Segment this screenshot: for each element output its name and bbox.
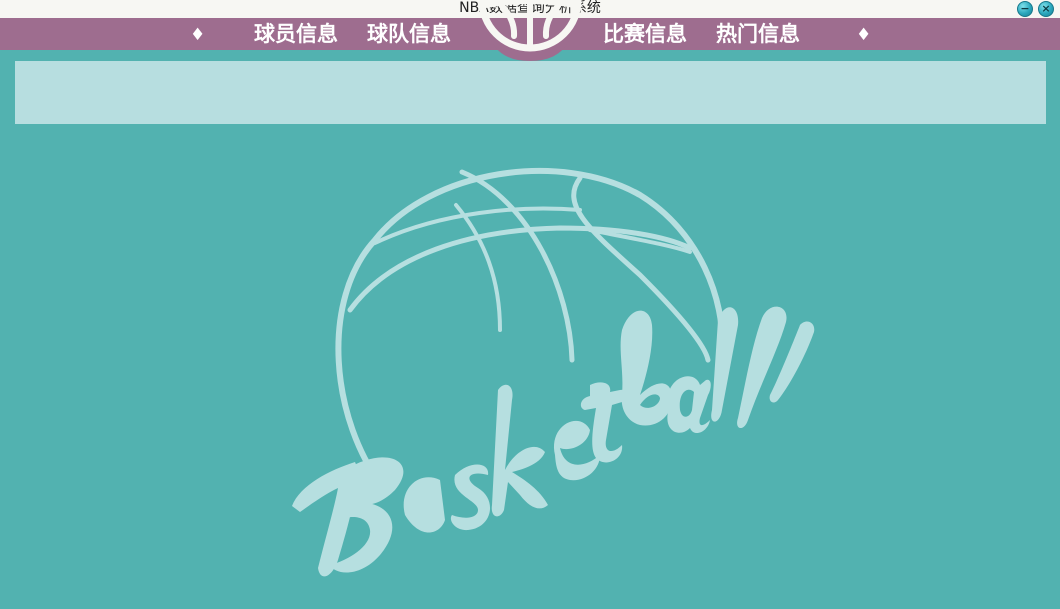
nav-item-hot[interactable]: 热门信息 [716,18,800,50]
nav-right-diamond-icon: ♦ [856,25,872,45]
search-panel[interactable] [15,61,1046,124]
basketball-logo-icon[interactable] [470,0,590,61]
nav-item-teams[interactable]: 球队信息 [367,18,451,50]
close-button[interactable]: × [1038,1,1054,17]
nav-item-players[interactable]: 球员信息 [254,18,338,50]
basketball-illustration-icon [292,168,815,577]
nav-left-diamond-icon: ♦ [190,25,206,45]
minimize-button[interactable]: − [1017,1,1033,17]
nav-item-games[interactable]: 比赛信息 [603,18,687,50]
